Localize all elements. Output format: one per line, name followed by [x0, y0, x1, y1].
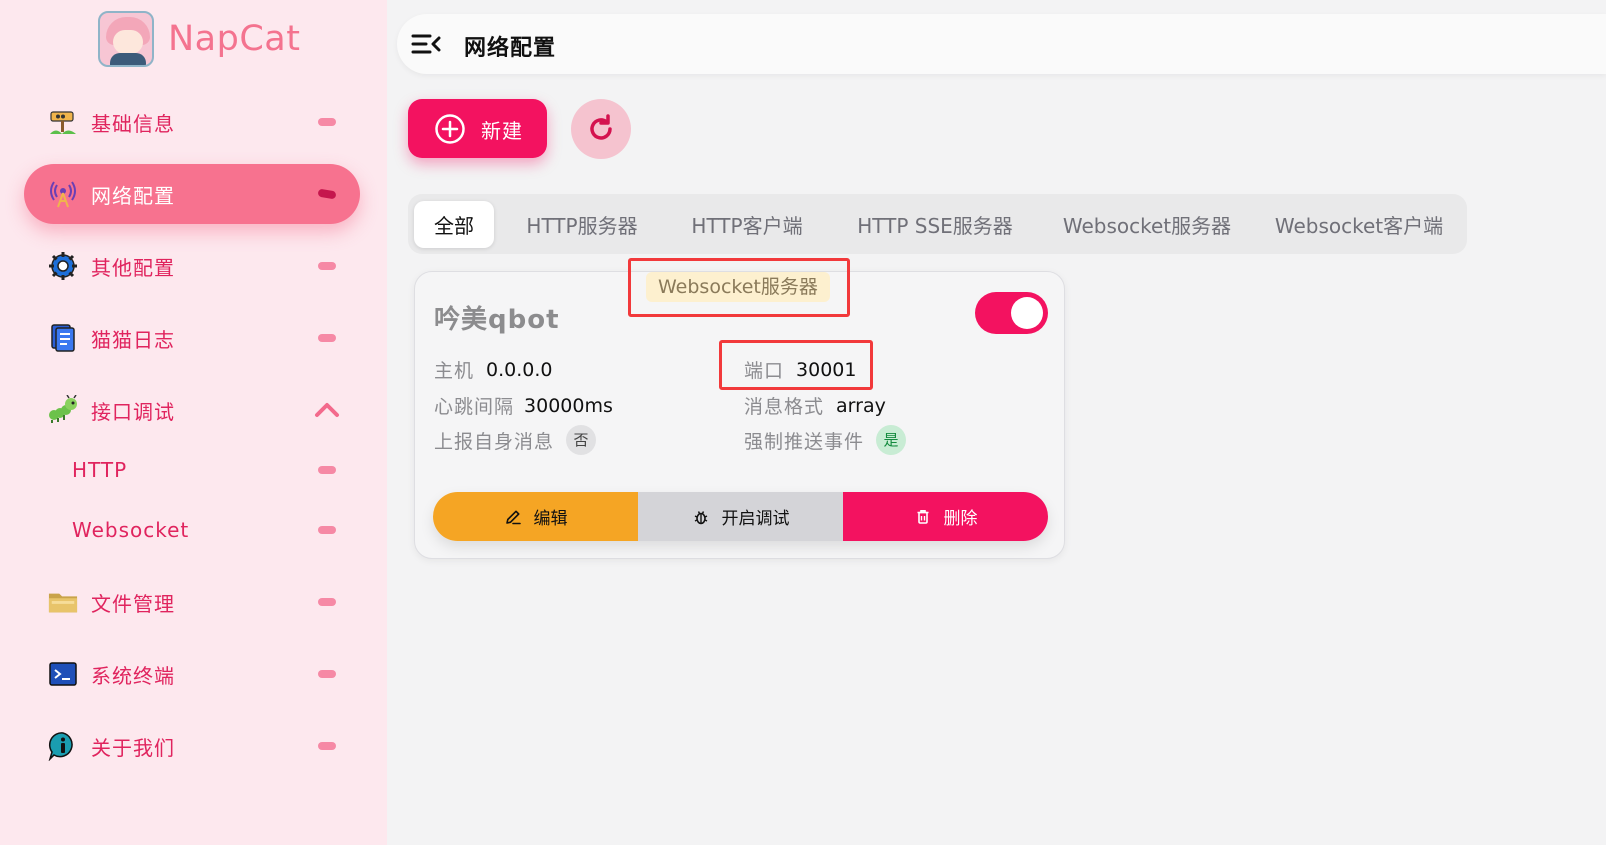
sidebar-item-label: 接口调试: [91, 399, 175, 424]
delete-label: 删除: [943, 509, 978, 529]
report-self-field: 上报自身消息 否: [434, 425, 597, 455]
format-label: 消息格式: [744, 396, 825, 418]
force-push-label: 强制推送事件: [744, 430, 865, 453]
page-title: 网络配置: [464, 36, 557, 61]
heartbeat-label: 心跳间隔: [434, 396, 515, 418]
pill-indicator: [318, 742, 336, 750]
sidebar-item-label: 基础信息: [91, 111, 175, 136]
sidebar-item-label: 网络配置: [91, 183, 175, 208]
force-push-chip: 是: [876, 425, 907, 455]
sidebar-item-label: 猫猫日志: [91, 327, 175, 352]
sign-post-icon: [48, 107, 78, 137]
force-push-field: 强制推送事件 是: [744, 425, 907, 455]
pill-indicator: [318, 334, 336, 342]
sidebar-item-terminal[interactable]: 系统终端: [24, 644, 360, 704]
sidebar-subitem-websocket[interactable]: Websocket: [24, 500, 360, 560]
sidebar-item-basic-info[interactable]: 基础信息: [24, 92, 360, 152]
sidebar-item-api-debug[interactable]: 接口调试: [24, 380, 360, 440]
pill-indicator: [318, 526, 336, 534]
sidebar-item-label: Websocket: [72, 518, 190, 542]
start-debug-button[interactable]: 开启调试: [638, 492, 843, 541]
filter-tabs: 全部 HTTP服务器 HTTP客户端 HTTP SSE服务器 Websocket…: [408, 194, 1467, 254]
host-field: 主机 0.0.0.0: [434, 356, 553, 383]
refresh-button[interactable]: [571, 99, 631, 159]
edit-button[interactable]: 编辑: [433, 492, 638, 541]
sidebar-item-label: 关于我们: [91, 735, 175, 760]
host-label: 主机: [434, 360, 475, 382]
pencil-icon: [504, 508, 522, 526]
delete-button[interactable]: 删除: [843, 492, 1048, 541]
brand: NapCat: [98, 10, 300, 68]
config-name: 吟美qbot: [434, 305, 560, 335]
brand-name: NapCat: [168, 19, 301, 59]
pill-indicator: [318, 598, 336, 606]
napcat-logo-avatar: [98, 11, 154, 67]
sidebar-item-label: 文件管理: [91, 591, 175, 616]
card-actions: 编辑 开启调试 删除: [433, 492, 1048, 541]
report-self-chip: 否: [566, 425, 597, 455]
annotation-box-port: [719, 340, 873, 390]
sidebar-item-file-manager[interactable]: 文件管理: [24, 572, 360, 632]
tab-websocket-server[interactable]: Websocket服务器: [1051, 201, 1243, 248]
sidebar-item-about[interactable]: 关于我们: [24, 716, 360, 776]
antenna-icon: [48, 179, 78, 209]
sidebar-item-network-config[interactable]: 网络配置: [24, 164, 360, 224]
terminal-icon: [48, 659, 78, 689]
chevron-up-icon[interactable]: [314, 398, 340, 426]
toggle-knob: [1011, 297, 1043, 329]
info-icon: [48, 731, 78, 761]
tab-http-sse-server[interactable]: HTTP SSE服务器: [840, 201, 1030, 248]
trash-icon: [914, 508, 932, 526]
new-button[interactable]: 新建: [408, 99, 547, 158]
sidebar-item-label: 系统终端: [91, 663, 175, 688]
heartbeat-value: 30000ms: [524, 394, 613, 417]
annotation-box-type: [628, 258, 850, 317]
format-value: array: [836, 394, 886, 417]
pill-indicator: [318, 262, 336, 270]
message-format-field: 消息格式 array: [744, 392, 886, 419]
edit-label: 编辑: [533, 509, 568, 529]
report-self-label: 上报自身消息: [434, 430, 555, 453]
pill-indicator: [317, 188, 337, 200]
collapse-menu-icon[interactable]: [411, 33, 441, 59]
refresh-icon: [590, 114, 612, 140]
tab-websocket-client[interactable]: Websocket客户端: [1263, 201, 1455, 248]
enable-toggle[interactable]: [975, 292, 1048, 334]
sidebar-item-cat-logs[interactable]: 猫猫日志: [24, 308, 360, 368]
sidebar-item-other-config[interactable]: 其他配置: [24, 236, 360, 296]
tab-all[interactable]: 全部: [414, 201, 494, 248]
tab-http-server[interactable]: HTTP服务器: [508, 201, 656, 248]
pill-indicator: [318, 670, 336, 678]
folder-icon: [48, 587, 78, 617]
new-button-label: 新建: [481, 119, 523, 143]
sidebar-item-label: HTTP: [72, 458, 128, 482]
host-value: 0.0.0.0: [486, 358, 553, 381]
start-debug-label: 开启调试: [721, 509, 790, 529]
heartbeat-field: 心跳间隔 30000ms: [434, 392, 613, 419]
sidebar-subitem-http[interactable]: HTTP: [24, 440, 360, 500]
plus-circle-icon: [434, 113, 466, 149]
bug-icon: [692, 508, 710, 526]
top-header: 网络配置: [397, 14, 1606, 74]
caterpillar-icon: [48, 395, 78, 425]
pill-indicator: [318, 118, 336, 126]
gear-icon: [48, 251, 78, 281]
log-book-icon: [48, 323, 78, 353]
pill-indicator: [318, 466, 336, 474]
tab-http-client[interactable]: HTTP客户端: [674, 201, 820, 248]
sidebar: NapCat 基础信息 网络配置 其他配置 猫猫日志 接口调试 HTTP Web…: [0, 0, 387, 845]
sidebar-item-label: 其他配置: [91, 255, 175, 280]
